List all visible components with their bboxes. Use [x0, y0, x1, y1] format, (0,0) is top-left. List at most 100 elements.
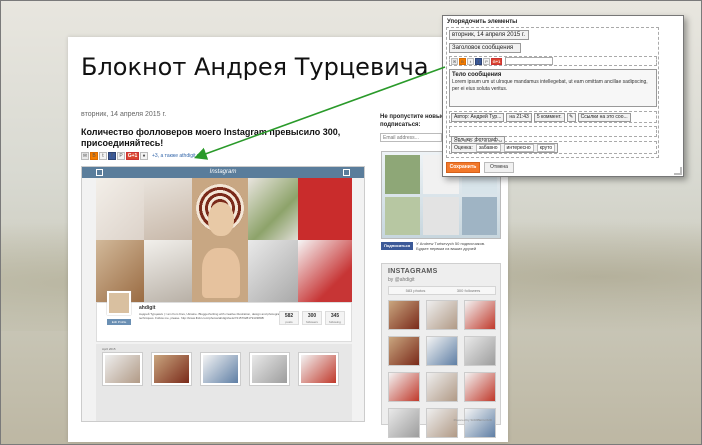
rating-option: интересно — [503, 144, 534, 152]
widget-photo[interactable] — [388, 336, 420, 366]
arrange-elements-panel: Упорядочить элементы вторник, 14 апреля … — [442, 15, 684, 177]
layout-item-empty-slot[interactable] — [505, 57, 553, 65]
thumbnail[interactable] — [151, 352, 192, 386]
feed-photo[interactable] — [298, 178, 352, 240]
layout-item-date[interactable]: вторник, 14 апреля 2015 г. — [449, 30, 529, 40]
stat-number: 345 — [330, 313, 340, 319]
archive-month: April 2015 — [102, 347, 116, 351]
rating-option: забавно — [475, 144, 501, 152]
chip-comments[interactable]: 5 коммент. — [533, 112, 565, 122]
feed-photo[interactable] — [96, 178, 144, 240]
post-date: вторник, 14 апреля 2015 г. — [81, 111, 167, 118]
feed-photo[interactable] — [248, 240, 298, 302]
share-buttons-row: ✉ B t f P G+1 ● +3, а также athdigit.ru — [81, 151, 201, 160]
pinterest-icon[interactable]: P — [117, 151, 125, 160]
chip-links[interactable]: Ссылки на это соо... — [577, 112, 631, 122]
widget-photo[interactable] — [426, 408, 458, 438]
widget-photo[interactable] — [464, 372, 496, 402]
widget-photo[interactable] — [388, 408, 420, 438]
edit-profile-button[interactable]: Edit Profile — [107, 319, 131, 325]
facebook-icon[interactable]: f — [108, 151, 116, 160]
stat-posts[interactable]: 582 posts — [279, 311, 299, 325]
gplus-button[interactable]: G+1 — [126, 151, 139, 160]
layout-item-post-title[interactable]: Заголовок сообщения — [449, 43, 521, 53]
profile-icon[interactable] — [343, 169, 350, 176]
stat-label: posts — [285, 320, 293, 324]
widget-photo[interactable] — [426, 300, 458, 330]
save-button[interactable]: Сохранить — [446, 162, 480, 173]
thumbnail[interactable] — [298, 352, 339, 386]
thumbnail[interactable] — [102, 352, 143, 386]
stat-number: 300 — [307, 313, 317, 319]
widget-photos-count: 583 photos — [405, 288, 426, 293]
screenshot-frame: Блокнот Андрея Турцевича вторник, 14 апр… — [0, 0, 702, 445]
share-note[interactable]: +3, а также athdigit.ru — [152, 153, 201, 159]
blog-title[interactable]: Блокнот Андрея Турцевича — [81, 53, 429, 81]
chip-rating[interactable]: Оценка: забавно интересно круто — [451, 143, 559, 153]
widget-photo[interactable] — [388, 300, 420, 330]
blog-icon: B — [459, 57, 466, 65]
gplus-avatar-icon: ● — [140, 151, 148, 160]
body-illustration — [202, 248, 240, 298]
widget-photo[interactable] — [464, 300, 496, 330]
face-illustration — [208, 202, 234, 236]
widget-user[interactable]: by @ahdigit — [388, 277, 414, 283]
feed-photo[interactable] — [144, 178, 192, 240]
thumbnail[interactable] — [200, 352, 241, 386]
cancel-button[interactable]: Отмена — [484, 162, 514, 173]
chip-author[interactable]: Автор: Андрей Тур... — [451, 112, 505, 122]
facebook-follow-button[interactable]: Подписаться — [381, 242, 414, 250]
feed-photo[interactable] — [144, 240, 192, 302]
stat-following[interactable]: 345 following — [325, 311, 345, 325]
instagram-widget: INSTAGRAMS by @ahdigit 583 photos 300 fo… — [381, 263, 501, 438]
twitter-icon[interactable]: t — [99, 151, 107, 160]
post-body-text: Lorem ipsum um ut ulrsque mandamus intel… — [452, 79, 648, 92]
stat-number: 582 — [284, 313, 294, 319]
stat-label: following — [329, 320, 341, 324]
thumbnail[interactable] — [249, 352, 290, 386]
panel-title: Упорядочить элементы — [447, 19, 518, 25]
resize-handle-icon[interactable] — [674, 167, 682, 175]
avatar[interactable] — [107, 291, 131, 315]
instagram-embed: Instagram Edit Profile ahdigit Андрей Ту… — [81, 166, 365, 422]
edit-pencil-icon[interactable]: ✎ — [566, 112, 576, 122]
post-body-heading: Тело сообщения — [452, 72, 502, 78]
instagram-header: Instagram — [82, 167, 364, 178]
widget-title: INSTAGRAMS — [388, 268, 438, 275]
stat-label: followers — [306, 320, 318, 324]
instagram-stats: 582 posts 300 followers 345 following — [279, 311, 345, 325]
mail-icon[interactable]: ✉ — [81, 151, 89, 160]
blog-icon[interactable]: B — [90, 151, 98, 160]
twitter-icon: t — [467, 57, 474, 65]
layout-item-share-buttons[interactable]: ✉ B t f P G+1 — [449, 56, 657, 66]
instagram-profile-card: Edit Profile ahdigit Андрей Турцевич | I… — [96, 291, 352, 342]
instagram-username[interactable]: ahdigit — [139, 305, 155, 311]
layout-item-labels-row: Ярлыки: фотограф... — [449, 126, 657, 144]
facebook-follow-row: Подписаться У Andrew Turtsevych 50 подпи… — [381, 241, 491, 251]
menu-icon[interactable] — [96, 169, 103, 176]
gplus-icon: G+1 — [491, 57, 502, 65]
layout-item-post-footer: Автор: Андрей Тур... на 21:43 5 коммент.… — [449, 111, 657, 123]
instagram-bio: Андрей Турцевич | I am from Kiev, Ukrain… — [139, 312, 285, 320]
widget-photo[interactable] — [426, 372, 458, 402]
layout-item-post-body[interactable]: Тело сообщения Lorem ipsum um ut ulrsque… — [449, 69, 657, 107]
widget-followers-count: 300 followers — [456, 288, 481, 293]
widget-photo[interactable] — [464, 408, 496, 438]
facebook-follow-note: У Andrew Turtsevych 50 подписчиков. Будь… — [416, 241, 486, 251]
archive-thumbnails — [102, 352, 339, 386]
layout-area: вторник, 14 апреля 2015 г. Заголовок соо… — [446, 27, 659, 158]
widget-photo[interactable] — [464, 336, 496, 366]
post-title[interactable]: Количество фолловеров моего Instagram пр… — [81, 127, 371, 149]
mail-icon: ✉ — [451, 57, 458, 65]
feed-photo[interactable] — [248, 178, 298, 240]
widget-photo[interactable] — [388, 372, 420, 402]
feed-photo[interactable] — [298, 240, 352, 302]
widget-photo[interactable] — [426, 336, 458, 366]
subscribe-heading: Не пропустите новые подписаться: — [380, 114, 445, 128]
instagram-app-name: Instagram — [209, 169, 237, 175]
stat-followers[interactable]: 300 followers — [302, 311, 322, 325]
email-field[interactable] — [380, 133, 442, 142]
chip-time[interactable]: на 21:43 — [506, 112, 532, 122]
feed-photo-hat-woman[interactable] — [192, 178, 248, 302]
pinterest-icon: P — [483, 57, 490, 65]
